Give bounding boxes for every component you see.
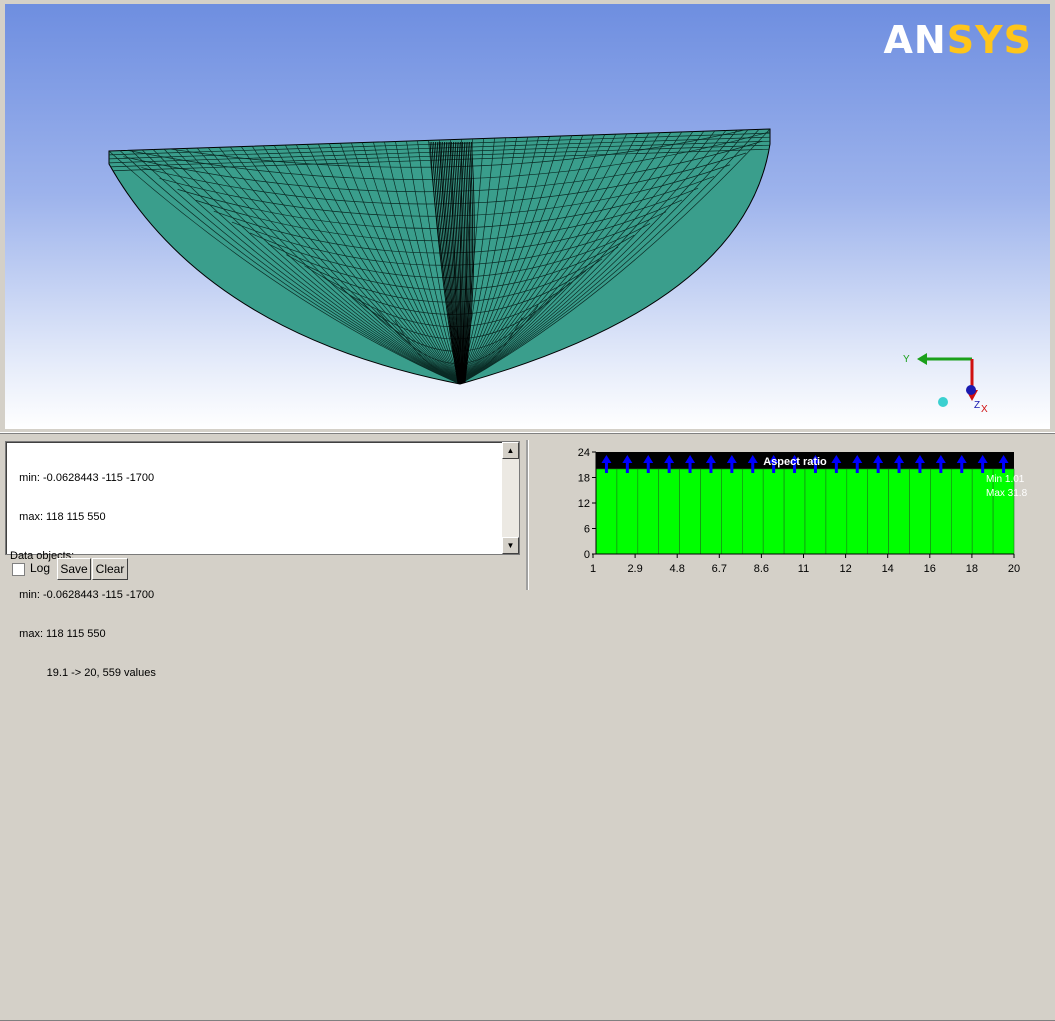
console-line: min: -0.0628443 -115 -1700: [10, 472, 155, 484]
panel-splitter[interactable]: [526, 440, 529, 590]
histogram-bar: [783, 468, 806, 555]
histogram-y-tick-label: 12: [578, 498, 590, 510]
histogram-x-tick-label: 8.6: [754, 563, 769, 575]
axis-triad-icon[interactable]: Y Z X: [897, 346, 997, 416]
clear-button[interactable]: Clear: [92, 558, 128, 580]
histogram-bar: [658, 468, 680, 555]
triad-y-label: Y: [903, 354, 910, 365]
mesh-model[interactable]: [5, 4, 1050, 429]
histogram-bar: [930, 468, 952, 555]
console-line: max: 118 115 550: [10, 511, 106, 523]
histogram-bar: [700, 468, 722, 555]
histogram-bar: [888, 468, 910, 555]
histogram-bar: [742, 468, 764, 555]
histogram-y-tick-label: 0: [584, 549, 590, 561]
console-output[interactable]: min: -0.0628443 -115 -1700 max: 118 115 …: [5, 441, 520, 679]
histogram-x-tick-label: 2.9: [627, 563, 642, 575]
console-scrollbar[interactable]: ▲ ▼: [502, 442, 519, 554]
histogram-bar: [595, 468, 618, 555]
histogram-x-tick-label: 20: [1008, 563, 1020, 575]
bottom-panel: min: -0.0628443 -115 -1700 max: 118 115 …: [0, 432, 1055, 1021]
console-line: max: 118 115 550: [10, 628, 106, 640]
histogram-bar: [679, 468, 701, 555]
histogram-y-tick-label: 6: [584, 524, 590, 536]
histogram-bar: [762, 468, 785, 555]
histogram-x-tick-label: 18: [966, 563, 978, 575]
aspect-ratio-histogram[interactable]: Aspect ratio Min 1.01 Max 31.8 0 6 12 18 24 1 2.9…: [560, 444, 1030, 584]
histogram-bar: [721, 468, 743, 555]
console-line: min: -0.0628443 -115 -1700: [10, 589, 155, 601]
histogram-max-label: Max 31.8: [986, 488, 1028, 499]
logo-text-an: AN: [883, 18, 947, 62]
histogram-title: Aspect ratio: [763, 456, 827, 468]
histogram-bar: [637, 468, 660, 555]
log-label: Log: [30, 561, 51, 575]
scroll-up-icon[interactable]: ▲: [502, 442, 519, 459]
ansys-logo: ANSYS: [884, 18, 1032, 62]
save-button[interactable]: Save: [57, 558, 91, 580]
histogram-x-tick-label: 6.7: [712, 563, 727, 575]
histogram-x-tick-label: 1: [590, 563, 596, 575]
histogram-bar: [804, 468, 827, 555]
triad-x-label: X: [981, 404, 988, 415]
graphics-viewport[interactable]: ANSYS Y Z X: [5, 4, 1050, 429]
histogram-chart: Aspect ratio Min 1.01 Max 31.8 0 6 12 18 24 1 2.9…: [578, 447, 1028, 575]
histogram-x-tick-label: 11: [798, 563, 809, 575]
histogram-x-tick-label: 14: [882, 563, 894, 575]
histogram-bar: [950, 468, 973, 555]
console-line: 19.1 -> 20, 559 values: [10, 667, 156, 679]
panel-divider-dark: [0, 433, 1055, 434]
logo-text-sys: SYS: [946, 18, 1032, 62]
histogram-y-tick-label: 18: [578, 473, 590, 485]
histogram-x-tick-label: 16: [924, 563, 936, 575]
log-checkbox[interactable]: [12, 563, 25, 576]
histogram-x-tick-label: 4.8: [670, 563, 685, 575]
histogram-min-label: Min 1.01: [986, 474, 1025, 485]
histogram-bar: [846, 468, 868, 555]
histogram-bar: [616, 468, 639, 555]
histogram-bar: [867, 468, 889, 555]
histogram-bar: [825, 468, 848, 555]
histogram-y-tick-label: 24: [578, 447, 590, 459]
triad-z-label: Z: [974, 400, 980, 411]
histogram-bar: [909, 468, 931, 555]
scroll-down-icon[interactable]: ▼: [502, 537, 519, 554]
histogram-x-tick-label: 12: [839, 563, 851, 575]
